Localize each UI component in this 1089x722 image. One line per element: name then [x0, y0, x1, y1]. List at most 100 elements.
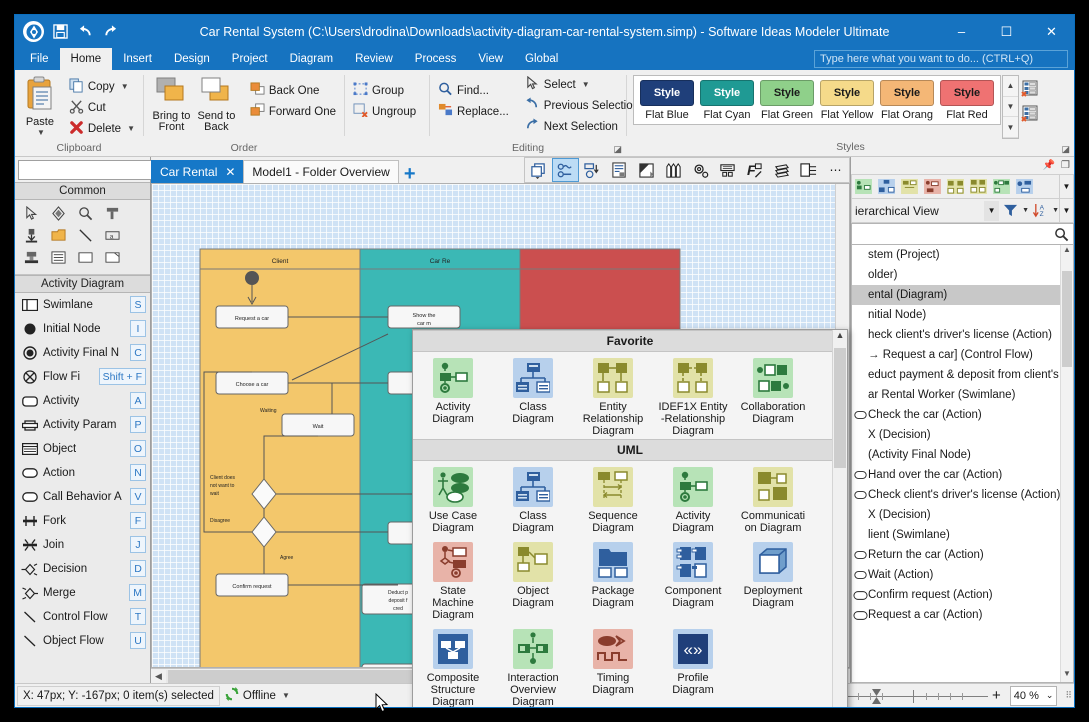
tree-node[interactable]: educt payment & deposit from client's cr…	[852, 365, 1073, 385]
styles-scroll-more[interactable]: ▼	[1003, 117, 1018, 138]
style-swatch[interactable]: Style	[700, 80, 754, 106]
styles-gallery-scroll[interactable]: ▲ ▼ ▼	[1002, 75, 1019, 139]
style-editor-icon[interactable]	[633, 158, 660, 182]
state-machine-filter-icon[interactable]	[921, 176, 944, 197]
layout-diagram-icon[interactable]	[579, 158, 606, 182]
tree-node[interactable]: Wait (Action)	[852, 565, 1073, 585]
toolbox-item-activity[interactable]: Activity A	[15, 389, 150, 413]
document-tab-model1-folder-overview[interactable]: Model1 - Folder Overview	[243, 160, 398, 183]
diagram-option-class-diagram[interactable]: ClassDiagram	[493, 358, 573, 437]
style-item[interactable]: Style Flat Orang	[877, 80, 937, 121]
gear-icon[interactable]	[687, 158, 714, 182]
idef1x-filter-icon[interactable]	[967, 176, 990, 197]
tree-node[interactable]: ar Rental Worker (Swimlane)	[852, 385, 1073, 405]
diagram-type-list[interactable]: Favorite ActivityDiagram ClassDiagram	[413, 330, 847, 708]
toolbox-item-decision[interactable]: Decision D	[15, 557, 150, 581]
select-button[interactable]: Select ▼	[522, 74, 642, 95]
tree-search-button[interactable]	[1049, 224, 1073, 244]
tree-node[interactable]: stem (Project)	[852, 245, 1073, 265]
apply-style-icon[interactable]	[1021, 105, 1039, 126]
diagram-option-state-machine-diagram[interactable]: StateMachineDiagram	[413, 542, 493, 621]
styles-scroll-up[interactable]: ▲	[1003, 76, 1018, 97]
tab-home[interactable]: Home	[60, 48, 113, 70]
toolbox-item-swimlane[interactable]: Swimlane S	[15, 293, 150, 317]
zoom-slider-thumb[interactable]	[872, 689, 881, 704]
tree-node[interactable]: heck client's driver's license (Action)	[852, 325, 1073, 345]
tree-view-overflow-icon[interactable]: ▼	[1059, 199, 1073, 222]
insert-tool-icon[interactable]	[20, 226, 42, 245]
forward-one-button[interactable]: Forward One	[247, 101, 339, 122]
diagram-option-deployment-diagram[interactable]: DeploymentDiagram	[733, 542, 813, 621]
style-item[interactable]: Style Flat Yellow	[817, 80, 877, 121]
toolbox-item-join[interactable]: Join J	[15, 533, 150, 557]
note-tool-icon[interactable]	[47, 226, 69, 245]
tree-node[interactable]: Confirm request (Action)	[852, 585, 1073, 605]
scroll-left-arrow[interactable]: ◀	[151, 671, 166, 682]
style-swatch[interactable]: Style	[760, 80, 814, 106]
styles-dialog-launcher[interactable]: ◪	[1061, 144, 1070, 155]
group-button[interactable]: Group	[350, 80, 419, 101]
toolbox-item-initial-node[interactable]: Initial Node I	[15, 317, 150, 341]
tree-node[interactable]: X (Decision)	[852, 505, 1073, 525]
tree-search[interactable]	[851, 223, 1074, 245]
duplicate-view-icon[interactable]	[525, 158, 552, 182]
sort-icon[interactable]: AZ	[1029, 200, 1052, 221]
layers-icon[interactable]	[768, 158, 795, 182]
collaboration-filter-icon[interactable]	[990, 176, 1013, 197]
style-item[interactable]: Style Flat Green	[757, 80, 817, 121]
tree-node[interactable]: (Activity Final Node)	[852, 445, 1073, 465]
diagram-option-communication-diagram[interactable]: Communication Diagram	[733, 467, 813, 534]
minimize-button[interactable]: –	[939, 15, 984, 48]
copy-dropdown-caret[interactable]: ▼	[121, 82, 129, 91]
toolbox-item-activity-parameter[interactable]: Activity Param P	[15, 413, 150, 437]
zoom-slider[interactable]	[838, 689, 988, 703]
send-to-back-button[interactable]: Send toBack	[194, 74, 239, 133]
tab-project[interactable]: Project	[221, 48, 279, 70]
tab-process[interactable]: Process	[404, 48, 468, 70]
toolbox-item-flow-final[interactable]: Flow Fi Shift + F	[15, 365, 150, 389]
font-edit-icon[interactable]: F	[741, 158, 768, 182]
delete-dropdown-caret[interactable]: ▼	[127, 124, 135, 133]
tab-review[interactable]: Review	[344, 48, 404, 70]
tree-node[interactable]: Check client's driver's license (Action)	[852, 485, 1073, 505]
chevron-down-icon[interactable]: ▼	[984, 201, 999, 221]
diagram-option-composite-structure-diagram[interactable]: CompositeStructureDiagram	[413, 629, 493, 708]
diagram-elements-icon[interactable]	[552, 158, 579, 182]
replace-button[interactable]: Replace...	[435, 101, 512, 122]
maximize-button[interactable]: ☐	[984, 15, 1029, 48]
tree-node[interactable]: → Request a car] (Control Flow)	[852, 345, 1073, 365]
list-tool-icon[interactable]	[47, 248, 69, 267]
connection-status[interactable]: Offline ▼	[220, 686, 295, 706]
redo-icon[interactable]	[101, 23, 119, 41]
style-swatch[interactable]: Style	[880, 80, 934, 106]
filter-caret-icon[interactable]: ▼	[1022, 207, 1029, 214]
tab-file[interactable]: File	[19, 48, 60, 70]
tree-search-input[interactable]	[852, 224, 1049, 244]
style-swatch[interactable]: Style	[640, 80, 694, 106]
diagram-option-entity-relationship-diagram[interactable]: EntityRelationshipDiagram	[573, 358, 653, 437]
copy-button[interactable]: Copy ▼	[66, 76, 138, 97]
diagram-option-interaction-overview-diagram[interactable]: InteractionOverviewDiagram	[493, 629, 573, 708]
document-tab-car-rental[interactable]: Car Rental ✕	[151, 160, 244, 183]
notes-icon[interactable]	[795, 158, 822, 182]
style-item[interactable]: Style Flat Cyan	[697, 80, 757, 121]
tell-me-search-box[interactable]: Type here what you want to do... (CTRL+Q…	[814, 50, 1068, 68]
toolbox-item-action[interactable]: Action N	[15, 461, 150, 485]
tab-view[interactable]: View	[467, 48, 514, 70]
find-button[interactable]: Find...	[435, 80, 512, 101]
delete-button[interactable]: Delete ▼	[66, 118, 138, 139]
tree-node[interactable]: Check the car (Action)	[852, 405, 1073, 425]
style-item[interactable]: Style Flat Red	[937, 80, 997, 121]
tab-diagram[interactable]: Diagram	[279, 48, 344, 70]
pointer-tool-icon[interactable]	[20, 204, 42, 223]
save-icon[interactable]	[51, 23, 69, 41]
paste-button[interactable]: Paste ▼	[20, 74, 60, 137]
connection-dropdown-caret[interactable]: ▼	[282, 691, 290, 700]
chevron-down-icon[interactable]: ⌄	[1046, 690, 1054, 701]
zoom-in-button[interactable]: +	[988, 687, 1005, 704]
line-tool-icon[interactable]	[74, 226, 96, 245]
zoom-tool-icon[interactable]	[74, 204, 96, 223]
tab-design[interactable]: Design	[163, 48, 221, 70]
new-diagram-dialog[interactable]: Favorite ActivityDiagram ClassDiagram	[412, 329, 848, 708]
documentation-icon[interactable]	[606, 158, 633, 182]
